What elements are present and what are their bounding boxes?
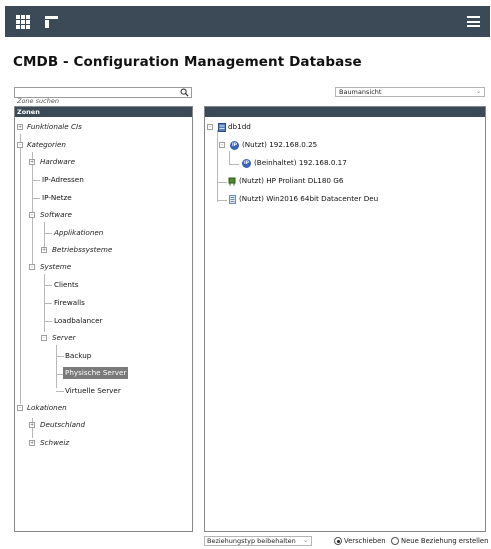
radio-new-relation-button[interactable] [391,537,399,545]
ip-icon: IP [242,158,251,168]
tree-item-ip-netze[interactable]: IP-Netze [42,192,72,204]
tree-line [44,303,52,304]
expand-toggle-icon[interactable]: + [41,247,47,253]
tree-line [229,164,239,165]
tree-line [44,222,45,247]
tree-line [32,418,33,438]
relations-panel: - db1dd - IP (Nutzt) 192.168.0.25 IP (Bein… [204,106,486,532]
expand-toggle-icon[interactable]: + [29,159,35,165]
collapse-toggle-icon[interactable]: - [29,264,35,270]
tree-item-virtuelle-server[interactable]: Virtuelle Server [65,385,121,397]
panel-layout-icon [44,15,58,28]
relation-item[interactable]: (Nutzt) Win2016 64bit Datacenter Deu [228,193,378,205]
tree-line [217,130,218,202]
view-mode-value: Baumansicht [339,88,382,96]
tree-item-backup[interactable]: Backup [65,350,91,362]
tree-line [20,134,21,404]
expand-toggle-icon[interactable]: + [29,422,35,428]
radio-new-relation[interactable]: Neue Beziehung erstellen [391,536,488,546]
relation-label: (Beinhaltet) 192.168.0.17 [254,158,347,167]
tree-line [217,200,227,201]
view-mode-select[interactable]: Baumansicht ⌄ [335,87,485,97]
relation-root-label: db1dd [228,122,251,131]
radio-new-relation-label: Neue Beziehung erstellen [401,537,489,545]
grid-icon [16,14,30,29]
tree-item-loadbalancer[interactable]: Loadbalancer [54,315,103,327]
tree-line [56,356,64,357]
collapse-toggle-icon[interactable]: - [29,212,35,218]
relation-item[interactable]: IP (Beinhaltet) 192.168.0.17 [242,157,347,169]
tree-line [56,391,64,392]
tree-item-applikationen[interactable]: Applikationen [54,227,103,239]
tree-item-schweiz[interactable]: Schweiz [40,437,69,449]
zone-search-input[interactable] [15,96,175,106]
tree-line [32,198,40,199]
page-title: CMDB - Configuration Management Database [13,54,362,70]
relation-label: (Nutzt) 192.168.0.25 [242,140,318,149]
relation-item[interactable]: IP (Nutzt) 192.168.0.25 [230,139,317,151]
hamburger-icon [466,16,480,27]
tree-item-firewalls[interactable]: Firewalls [54,297,85,309]
relation-root[interactable]: db1dd [218,121,251,133]
relation-type-value: Beziehungstyp beibehalten [207,537,296,545]
panel-toggle-button[interactable] [38,6,64,37]
tree-item-hardware[interactable]: Hardware [40,156,75,168]
tree-line [44,321,52,322]
relation-item[interactable]: (Nutzt) HP Proliant DL180 G6 [228,175,343,187]
tree-item-ip-adressen[interactable]: IP-Adressen [42,174,84,186]
radio-move[interactable]: Verschieben [334,536,386,546]
zones-panel-header: Zonen [15,107,192,117]
relations-panel-header [205,107,485,117]
tree-item-physische-server[interactable]: Physische Server [63,367,129,379]
expand-toggle-icon[interactable]: + [17,124,23,130]
tree-line [32,180,40,181]
radio-move-label: Verschieben [344,537,386,545]
collapse-toggle-icon[interactable]: - [219,142,225,148]
apps-grid-button[interactable] [10,6,36,37]
collapse-toggle-icon[interactable]: - [207,124,213,130]
tree-line [229,151,230,165]
tree-item-clients[interactable]: Clients [54,279,79,291]
os-icon [229,194,236,204]
zones-panel: Zonen + Funktionale CIs - Kategorien + H… [14,106,193,532]
tree-item-systeme[interactable]: Systeme [40,261,71,273]
collapse-toggle-icon[interactable]: - [17,405,23,411]
menu-button[interactable] [460,6,486,37]
zone-search [14,87,192,106]
search-icon[interactable] [180,88,189,97]
ip-icon: IP [230,140,239,150]
tree-item-server[interactable]: Server [52,332,76,344]
tree-item-software[interactable]: Software [40,209,72,221]
tree-item-deutschland[interactable]: Deutschland [40,419,85,431]
hardware-icon [228,177,236,185]
tree-line [44,285,52,286]
server-icon [218,122,226,132]
tree-line [56,345,57,388]
tree-item-betriebssysteme[interactable]: Betriebssysteme [52,244,112,256]
tree-line [217,182,227,183]
top-bar [5,6,490,37]
expand-toggle-icon[interactable]: + [29,440,35,446]
relation-label: (Nutzt) Win2016 64bit Datacenter Deu [239,194,379,203]
relation-type-select[interactable]: Beziehungstyp beibehalten ⌄ [204,536,312,546]
chevron-down-icon: ⌄ [475,88,481,95]
tree-line [32,152,33,264]
collapse-toggle-icon[interactable]: - [41,335,47,341]
tree-item-funktionale-cis[interactable]: Funktionale CIs [27,121,82,133]
relation-label: (Nutzt) HP Proliant DL180 G6 [239,176,344,185]
radio-move-button[interactable] [334,537,342,545]
collapse-toggle-icon[interactable]: - [17,142,23,148]
chevron-down-icon: ⌄ [302,537,308,544]
tree-item-kategorien[interactable]: Kategorien [27,139,66,151]
tree-line [44,233,52,234]
tree-item-lokationen[interactable]: Lokationen [27,402,67,414]
